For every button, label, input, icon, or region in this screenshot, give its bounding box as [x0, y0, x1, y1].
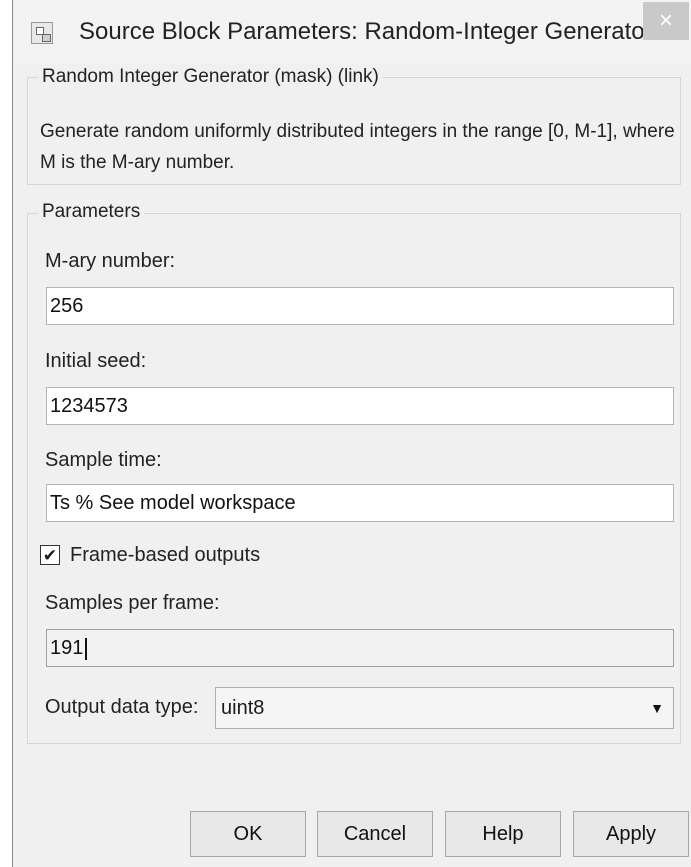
mary-number-label: M-ary number:	[45, 250, 176, 272]
initial-seed-field[interactable]: 1234573	[46, 387, 674, 425]
apply-button[interactable]: Apply	[573, 811, 689, 857]
close-button[interactable]: ×	[643, 2, 689, 40]
parameters-legend: Parameters	[38, 201, 145, 223]
window-title: Source Block Parameters: Random-Integer …	[79, 18, 653, 45]
samples-per-frame-value: 191	[50, 637, 84, 659]
initial-seed-label: Initial seed:	[45, 350, 147, 372]
block-parameters-icon	[31, 22, 53, 44]
output-data-type-label: Output data type:	[45, 696, 199, 718]
samples-per-frame-label: Samples per frame:	[45, 592, 220, 614]
chevron-down-icon: ▼	[650, 700, 664, 716]
mary-number-field[interactable]: 256	[46, 287, 674, 325]
output-data-type-select[interactable]: uint8 ▼	[215, 687, 674, 729]
title-bar[interactable]: Source Block Parameters: Random-Integer …	[13, 0, 691, 64]
samples-per-frame-field[interactable]: 191	[46, 629, 674, 667]
dialog-window: Source Block Parameters: Random-Integer …	[12, 0, 691, 867]
help-button[interactable]: Help	[445, 811, 561, 857]
mask-description: Generate random uniformly distributed in…	[40, 121, 675, 173]
frame-based-label[interactable]: Frame-based outputs	[70, 544, 260, 567]
mask-legend: Random Integer Generator (mask) (link)	[38, 66, 383, 88]
cancel-button[interactable]: Cancel	[317, 811, 433, 857]
text-caret	[85, 637, 88, 660]
ok-button[interactable]: OK	[190, 811, 306, 857]
sample-time-field[interactable]: Ts % See model workspace	[46, 484, 674, 522]
close-icon: ×	[658, 7, 673, 34]
checkmark-icon: ✔	[42, 545, 58, 565]
sample-time-label: Sample time:	[45, 449, 162, 471]
output-data-type-value: uint8	[221, 697, 265, 719]
frame-based-checkbox[interactable]: ✔	[40, 545, 60, 565]
